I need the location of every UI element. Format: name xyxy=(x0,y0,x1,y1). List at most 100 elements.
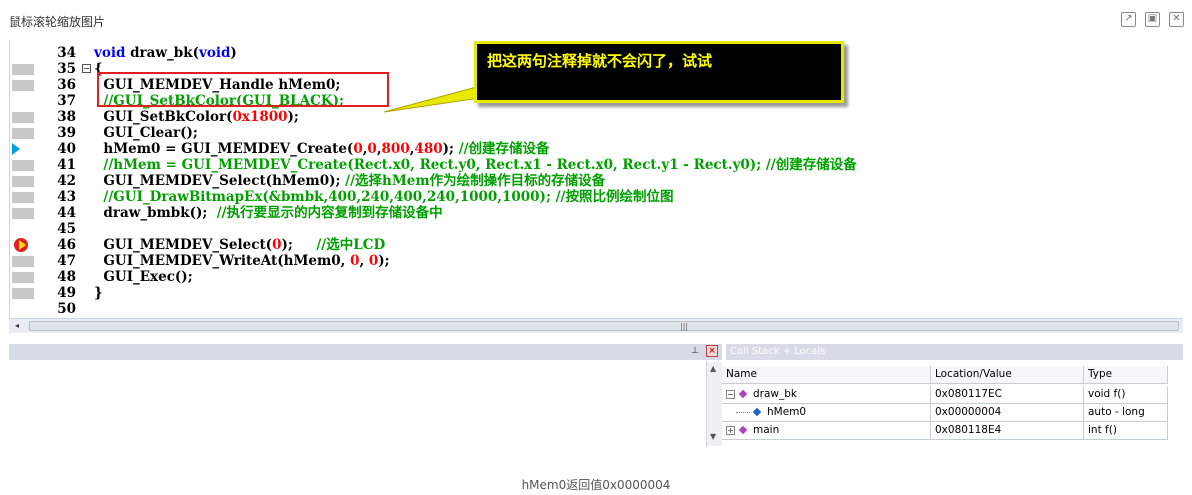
code-line[interactable]: 41 //hMem = GUI_MEMDEV_Create(Rect.x0, R… xyxy=(10,157,1180,173)
table-row[interactable]: − draw_bk 0x080117EC void f() xyxy=(722,386,1168,404)
code-line[interactable]: 38 GUI_SetBkColor(0x1800); xyxy=(10,109,1180,125)
breakpoint-icon[interactable] xyxy=(14,238,28,252)
code-line[interactable]: 46 GUI_MEMDEV_Select(0); //选中LCD xyxy=(10,237,1180,253)
row-value: 0x080118E4 xyxy=(931,422,1084,440)
viewer-buttons: ↗ ▣ ✕ xyxy=(1121,12,1184,27)
line-number: 43 xyxy=(57,189,76,205)
gutter-marker xyxy=(12,128,34,139)
code-line[interactable]: 40 hMem0 = GUI_MEMDEV_Create(0,0,800,480… xyxy=(10,141,1180,157)
code-line[interactable]: 42 GUI_MEMDEV_Select(hMem0); //选择hMem作为绘… xyxy=(10,173,1180,189)
row-value: 0x080117EC xyxy=(931,386,1084,404)
line-number: 45 xyxy=(57,221,76,237)
callstack-panel-header: Call Stack + Locals xyxy=(726,344,1183,360)
gutter-marker xyxy=(12,64,34,75)
line-number: 42 xyxy=(57,173,76,189)
gutter-marker xyxy=(12,80,34,91)
horizontal-scrollbar[interactable]: ◂ ||| xyxy=(9,318,1183,333)
row-type: auto - long xyxy=(1084,404,1168,422)
grid-header: Name Location/Value Type xyxy=(722,366,1168,384)
image-caption: hMem0返回值0x0000004 xyxy=(521,478,671,492)
line-number: 50 xyxy=(57,301,76,317)
line-number: 36 xyxy=(57,77,76,93)
gutter-marker xyxy=(12,112,34,123)
gutter-marker xyxy=(12,192,34,203)
code-text: //GUI_DrawBitmapEx(&bmbk,400,240,400,240… xyxy=(94,189,674,205)
code-text: GUI_MEMDEV_Select(0); //选中LCD xyxy=(94,237,386,253)
row-type: void f() xyxy=(1084,386,1168,404)
row-name: draw_bk xyxy=(753,388,797,400)
output-panel-header: ⊥ × xyxy=(9,344,722,360)
popout-icon[interactable]: ↗ xyxy=(1121,12,1136,27)
code-line[interactable]: 49} xyxy=(10,285,1180,301)
gutter-marker xyxy=(12,288,34,299)
code-text: GUI_Clear(); xyxy=(94,125,198,141)
gutter-marker xyxy=(12,176,34,187)
line-number: 46 xyxy=(57,237,76,253)
row-name: main xyxy=(753,424,780,436)
scroll-up-icon[interactable]: ▲ xyxy=(710,364,716,373)
function-icon xyxy=(738,389,748,399)
annotation-callout: 把这两句注释掉就不会闪了，试试 xyxy=(474,41,844,103)
code-text: hMem0 = GUI_MEMDEV_Create(0,0,800,480); … xyxy=(94,141,550,157)
callout-text: 把这两句注释掉就不会闪了，试试 xyxy=(487,52,713,70)
code-line[interactable]: 44 draw_bmbk(); //执行要显示的内容复制到存储设备中 xyxy=(10,205,1180,221)
output-panel-body xyxy=(9,362,706,462)
column-header-type[interactable]: Type xyxy=(1084,366,1168,384)
gutter-marker xyxy=(12,256,34,267)
line-number: 48 xyxy=(57,269,76,285)
code-line[interactable]: 39 GUI_Clear(); xyxy=(10,125,1180,141)
line-number: 37 xyxy=(57,93,76,109)
line-number: 40 xyxy=(57,141,76,157)
code-text: GUI_MEMDEV_Select(hMem0); //选择hMem作为绘制操作… xyxy=(94,173,606,189)
code-text: //hMem = GUI_MEMDEV_Create(Rect.x0, Rect… xyxy=(94,157,857,173)
viewer-title: 鼠标滚轮缩放图片 xyxy=(9,15,106,29)
row-value: 0x00000004 xyxy=(931,404,1084,422)
gutter-marker xyxy=(12,208,34,219)
line-number: 38 xyxy=(57,109,76,125)
variable-icon xyxy=(752,407,762,417)
line-number: 47 xyxy=(57,253,76,269)
table-row[interactable]: hMem0 0x00000004 auto - long xyxy=(722,404,1168,422)
callstack-panel-title: Call Stack + Locals xyxy=(730,346,826,357)
gutter-marker xyxy=(12,160,34,171)
line-number: 41 xyxy=(57,157,76,173)
panel-close-icon[interactable]: × xyxy=(706,345,718,357)
code-text: draw_bmbk(); //执行要显示的内容复制到存储设备中 xyxy=(94,205,443,221)
gutter-marker xyxy=(12,272,34,283)
scroll-thumb[interactable]: ||| xyxy=(29,321,1179,331)
current-line-icon xyxy=(12,143,20,155)
line-number: 39 xyxy=(57,125,76,141)
tree-line xyxy=(736,411,750,413)
line-number: 49 xyxy=(57,285,76,301)
function-icon xyxy=(738,425,748,435)
code-text: void draw_bk(void) xyxy=(94,45,237,61)
code-line[interactable]: 50 xyxy=(10,301,1180,317)
expand-icon[interactable]: + xyxy=(726,425,735,435)
grip-icon: ||| xyxy=(680,322,689,331)
code-text: } xyxy=(94,285,103,301)
column-header-value[interactable]: Location/Value xyxy=(931,366,1084,384)
table-row[interactable]: + main 0x080118E4 int f() xyxy=(722,422,1168,440)
close-icon[interactable]: ✕ xyxy=(1169,12,1184,27)
code-text: GUI_SetBkColor(0x1800); xyxy=(94,109,299,125)
highlight-box xyxy=(97,72,389,107)
code-text: GUI_Exec(); xyxy=(94,269,193,285)
scroll-left-icon[interactable]: ◂ xyxy=(11,320,23,332)
pin-icon[interactable]: ⊥ xyxy=(689,345,701,357)
code-text: GUI_MEMDEV_WriteAt(hMem0, 0, 0); xyxy=(94,253,390,269)
column-header-name[interactable]: Name xyxy=(722,366,931,384)
vertical-scrollbar[interactable]: ▲ ▼ xyxy=(706,362,722,446)
line-number: 35 xyxy=(57,61,76,77)
code-line[interactable]: 47 GUI_MEMDEV_WriteAt(hMem0, 0, 0); xyxy=(10,253,1180,269)
maximize-icon[interactable]: ▣ xyxy=(1145,12,1160,27)
row-name: hMem0 xyxy=(767,406,807,418)
line-number: 34 xyxy=(57,45,76,61)
code-line[interactable]: 48 GUI_Exec(); xyxy=(10,269,1180,285)
line-number: 44 xyxy=(57,205,76,221)
scroll-down-icon[interactable]: ▼ xyxy=(710,432,716,441)
fold-icon[interactable]: − xyxy=(82,64,91,73)
code-line[interactable]: 43 //GUI_DrawBitmapEx(&bmbk,400,240,400,… xyxy=(10,189,1180,205)
code-line[interactable]: 45 xyxy=(10,221,1180,237)
row-type: int f() xyxy=(1084,422,1168,440)
collapse-icon[interactable]: − xyxy=(726,389,735,399)
